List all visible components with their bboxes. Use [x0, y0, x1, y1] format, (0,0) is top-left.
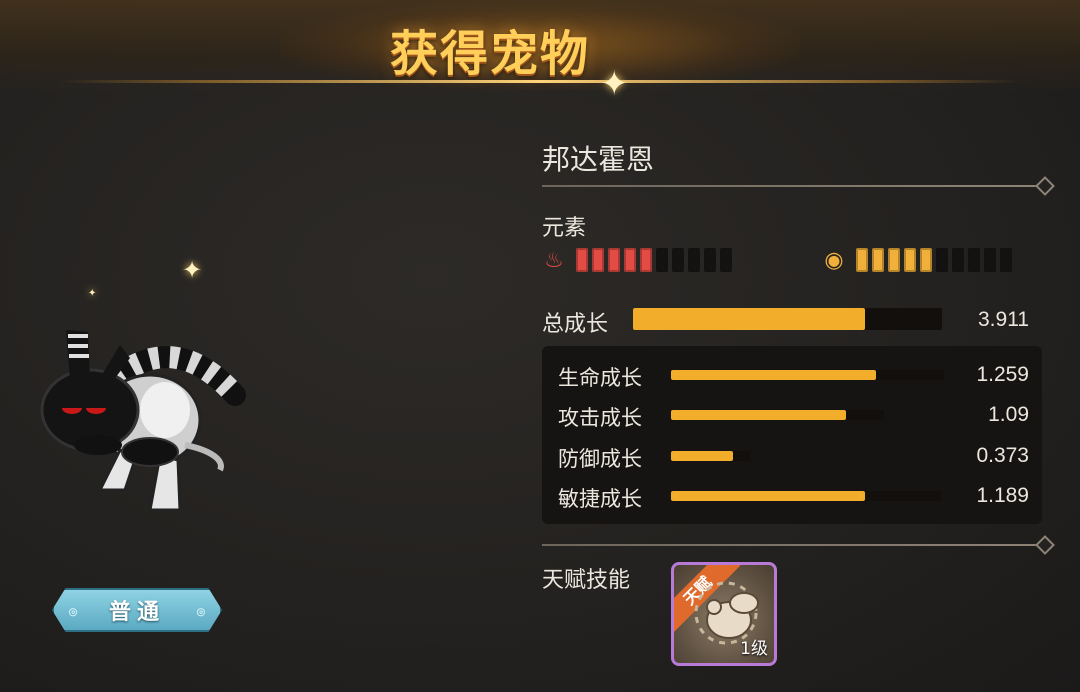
- sparkle-icon: ✦: [600, 65, 629, 103]
- elements-label: 元素: [542, 216, 587, 241]
- stat-label: 攻击成长: [558, 406, 642, 430]
- swirl-ornament-icon: ၜ: [195, 600, 206, 620]
- element-pip: [904, 248, 916, 272]
- pet-name: 邦达霍恩: [542, 143, 655, 176]
- stat-value: 0.373: [976, 444, 1029, 467]
- stat-value: 1.259: [976, 363, 1029, 386]
- rarity-badge: ၜ 普通 ၜ: [52, 588, 222, 632]
- element-pip: [576, 248, 588, 272]
- stat-value: 1.09: [988, 403, 1029, 426]
- element-pip: [920, 248, 932, 272]
- stat-bar-fill: [671, 491, 866, 501]
- fire-icon: ♨: [544, 247, 564, 272]
- element-pip: [720, 248, 732, 272]
- element-pip: [624, 248, 636, 272]
- element-pip: [856, 248, 868, 272]
- element-pip: [672, 248, 684, 272]
- total-growth-bar: [633, 308, 942, 330]
- divider: [542, 535, 1055, 555]
- stat-label: 生命成长: [558, 366, 642, 390]
- stat-bar: [671, 451, 750, 461]
- stat-label: 防御成长: [558, 447, 642, 471]
- stat-bar: [671, 410, 884, 420]
- element-pip: [688, 248, 700, 272]
- stat-label: 敏捷成长: [558, 487, 642, 511]
- swirl-ornament-icon: ၜ: [68, 600, 79, 620]
- element-pip: [704, 248, 716, 272]
- title-underline: [60, 80, 1020, 83]
- talent-label: 天赋技能: [542, 568, 631, 593]
- total-growth-fill: [633, 308, 865, 330]
- stat-bar-fill: [671, 451, 733, 461]
- element-pip: [968, 248, 980, 272]
- rarity-label: 普通: [108, 600, 165, 625]
- wind-element-meter: ◉: [820, 247, 1012, 273]
- element-pip: [1000, 248, 1012, 272]
- stat-value: 1.189: [976, 484, 1029, 507]
- element-pip: [888, 248, 900, 272]
- element-pip: [872, 248, 884, 272]
- divider: [542, 176, 1055, 196]
- fire-element-meter: ♨: [540, 247, 732, 273]
- skill-level: 1级: [740, 639, 768, 659]
- total-growth-value: 3.911: [978, 308, 1029, 331]
- pet-illustration: [30, 260, 260, 530]
- element-pip: [656, 248, 668, 272]
- talent-skill-card[interactable]: 天赋 1级: [671, 562, 777, 666]
- element-pip: [640, 248, 652, 272]
- total-growth-label: 总成长: [542, 312, 609, 337]
- stat-bar: [671, 491, 941, 501]
- element-pip: [984, 248, 996, 272]
- element-pip: [936, 248, 948, 272]
- element-pip: [608, 248, 620, 272]
- stat-bar-fill: [671, 370, 876, 380]
- swirl-icon: ◉: [824, 247, 844, 272]
- element-pip: [592, 248, 604, 272]
- stat-bar-fill: [671, 410, 846, 420]
- element-pip: [952, 248, 964, 272]
- page-title: 获得宠物: [389, 26, 590, 82]
- stat-bar: [671, 370, 944, 380]
